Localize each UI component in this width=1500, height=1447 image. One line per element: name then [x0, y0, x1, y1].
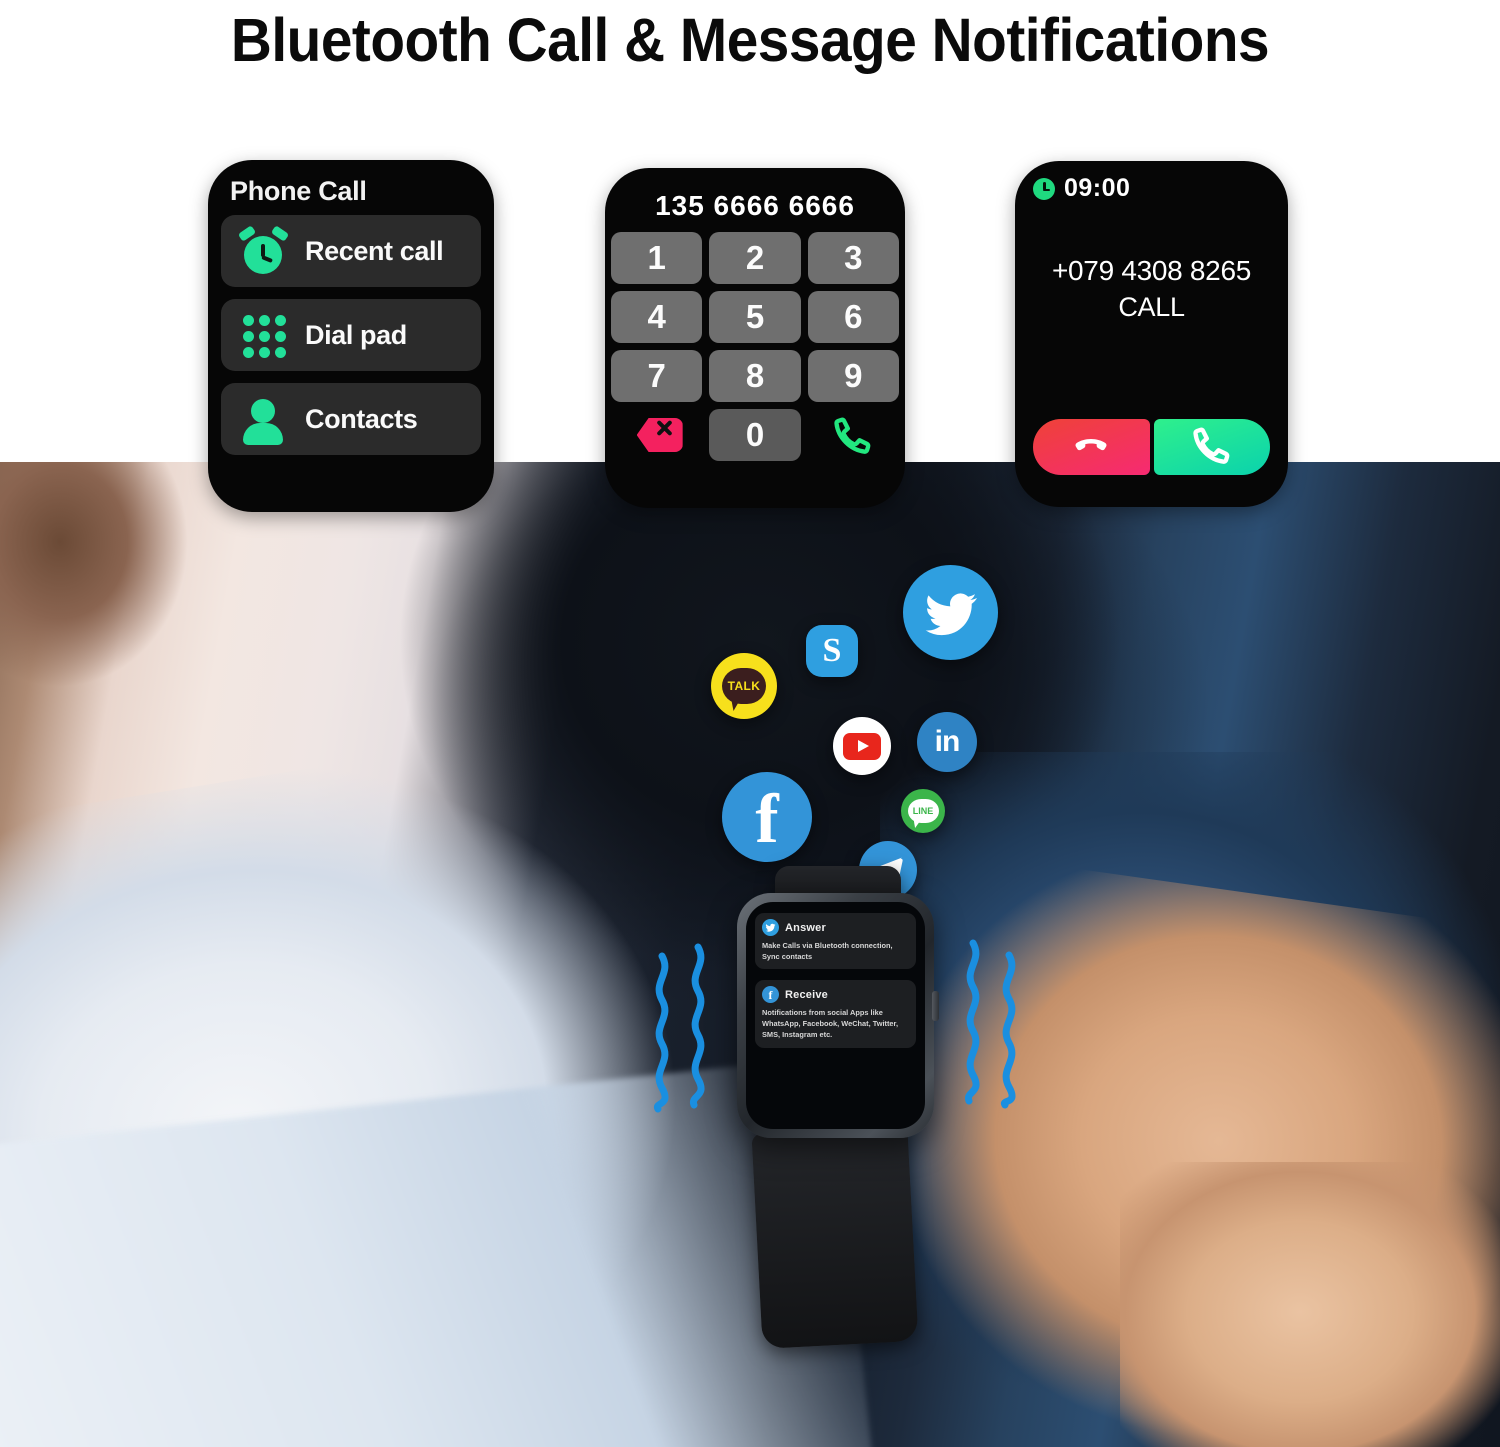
accept-call-icon — [1192, 425, 1232, 470]
phone-call-list: Recent call Dial pad Contacts — [208, 207, 494, 455]
twitter-icon — [762, 919, 779, 936]
digit-key-0[interactable]: 0 — [709, 409, 801, 461]
menu-item-label: Recent call — [305, 235, 444, 266]
digit-key-6[interactable]: 6 — [807, 291, 899, 343]
digit-key-9[interactable]: 9 — [807, 350, 899, 402]
dial-pad-dots-icon — [235, 309, 291, 361]
alarm-clock-icon — [235, 225, 291, 277]
menu-item-label: Contacts — [305, 403, 418, 434]
watch-band-bottom — [751, 1126, 919, 1349]
phone-call-title: Phone Call — [230, 176, 367, 206]
photo-left-arm — [0, 462, 250, 752]
watch-crown-button[interactable] — [932, 991, 939, 1021]
status-time: 09:00 — [1064, 174, 1131, 202]
menu-item-recent-call[interactable]: Recent call — [221, 215, 481, 287]
notification-title: Receive — [785, 988, 828, 1001]
facebook-icon: f — [762, 986, 779, 1004]
menu-item-dial-pad[interactable]: Dial pad — [221, 299, 481, 371]
dial-pad-grid: 1 2 3 4 5 6 7 8 9 0 — [605, 232, 905, 461]
twitter-bird-glyph — [925, 592, 977, 635]
caller-info: +079 4308 8265 CALL — [1015, 253, 1288, 326]
status-bar: 09:00 — [1015, 161, 1288, 203]
line-bubble-glyph: LINE — [907, 799, 939, 828]
skype-s-glyph: S — [822, 632, 842, 669]
page-title: Bluetooth Call & Message Notifications — [230, 6, 1270, 74]
linkedin-in-glyph: in — [934, 725, 961, 758]
digit-key-3[interactable]: 3 — [807, 232, 899, 284]
photo-hand — [1120, 1162, 1500, 1447]
vibration-waves-right — [955, 935, 1035, 1120]
notification-card-answer[interactable]: Answer Make Calls via Bluetooth connecti… — [755, 913, 916, 970]
notification-title: Answer — [785, 921, 826, 934]
linkedin-icon: in — [917, 712, 977, 772]
caller-number: +079 4308 8265 — [1051, 255, 1251, 286]
menu-item-contacts[interactable]: Contacts — [221, 383, 481, 455]
watch-screen-dial-pad: 135 6666 6666 1 2 3 4 5 6 7 8 9 0 — [605, 168, 905, 508]
notification-card-receive[interactable]: f Receive Notifications from social Apps… — [755, 980, 916, 1048]
accept-call-button[interactable] — [1153, 419, 1270, 475]
notification-body: Make Calls via Bluetooth connection, Syn… — [762, 941, 893, 962]
backspace-icon — [631, 418, 683, 452]
backspace-key[interactable] — [611, 409, 702, 461]
page-root: Bluetooth Call & Message Notifications P… — [0, 0, 1500, 1447]
dialed-number-display: 135 6666 6666 — [655, 190, 855, 221]
youtube-icon — [833, 717, 891, 775]
facebook-f-glyph: f — [755, 781, 779, 859]
digit-key-7[interactable]: 7 — [611, 350, 703, 402]
menu-item-label: Dial pad — [305, 319, 407, 350]
youtube-play-glyph — [843, 732, 881, 760]
call-actions — [1033, 419, 1270, 475]
digit-key-8[interactable]: 8 — [709, 350, 801, 402]
digit-key-5[interactable]: 5 — [709, 291, 801, 343]
line-icon: LINE — [901, 789, 945, 833]
watch-screen-incoming-call: 09:00 +079 4308 8265 CALL — [1015, 161, 1288, 507]
caller-label: CALL — [1118, 291, 1185, 322]
facebook-f-glyph: f — [768, 987, 773, 1002]
facebook-icon: f — [722, 772, 812, 862]
watch-screen-phone-call-menu: Phone Call Recent call Dial pad Contacts — [208, 160, 494, 512]
digit-key-1[interactable]: 1 — [611, 232, 703, 284]
notification-header: f Receive — [762, 986, 909, 1004]
clock-icon — [1033, 177, 1055, 200]
notification-header: Answer — [762, 919, 909, 936]
digit-key-2[interactable]: 2 — [709, 232, 801, 284]
kakao-bubble-glyph: TALK — [722, 668, 766, 711]
smartwatch-device: Answer Make Calls via Bluetooth connecti… — [737, 893, 939, 1138]
decline-call-icon — [1071, 425, 1111, 470]
skype-icon: S — [806, 625, 858, 677]
contacts-person-icon — [235, 393, 291, 445]
digit-key-4[interactable]: 4 — [611, 291, 703, 343]
smartwatch-screen: Answer Make Calls via Bluetooth connecti… — [746, 902, 925, 1129]
call-handset-icon — [833, 415, 873, 455]
notification-body: Notifications from social Apps like What… — [762, 1008, 899, 1040]
kakaotalk-icon: TALK — [711, 653, 777, 719]
vibration-waves-left — [648, 942, 728, 1117]
call-key[interactable] — [808, 409, 899, 461]
twitter-icon — [903, 565, 998, 660]
decline-call-button[interactable] — [1033, 419, 1150, 475]
twitter-bird-glyph — [765, 923, 776, 932]
